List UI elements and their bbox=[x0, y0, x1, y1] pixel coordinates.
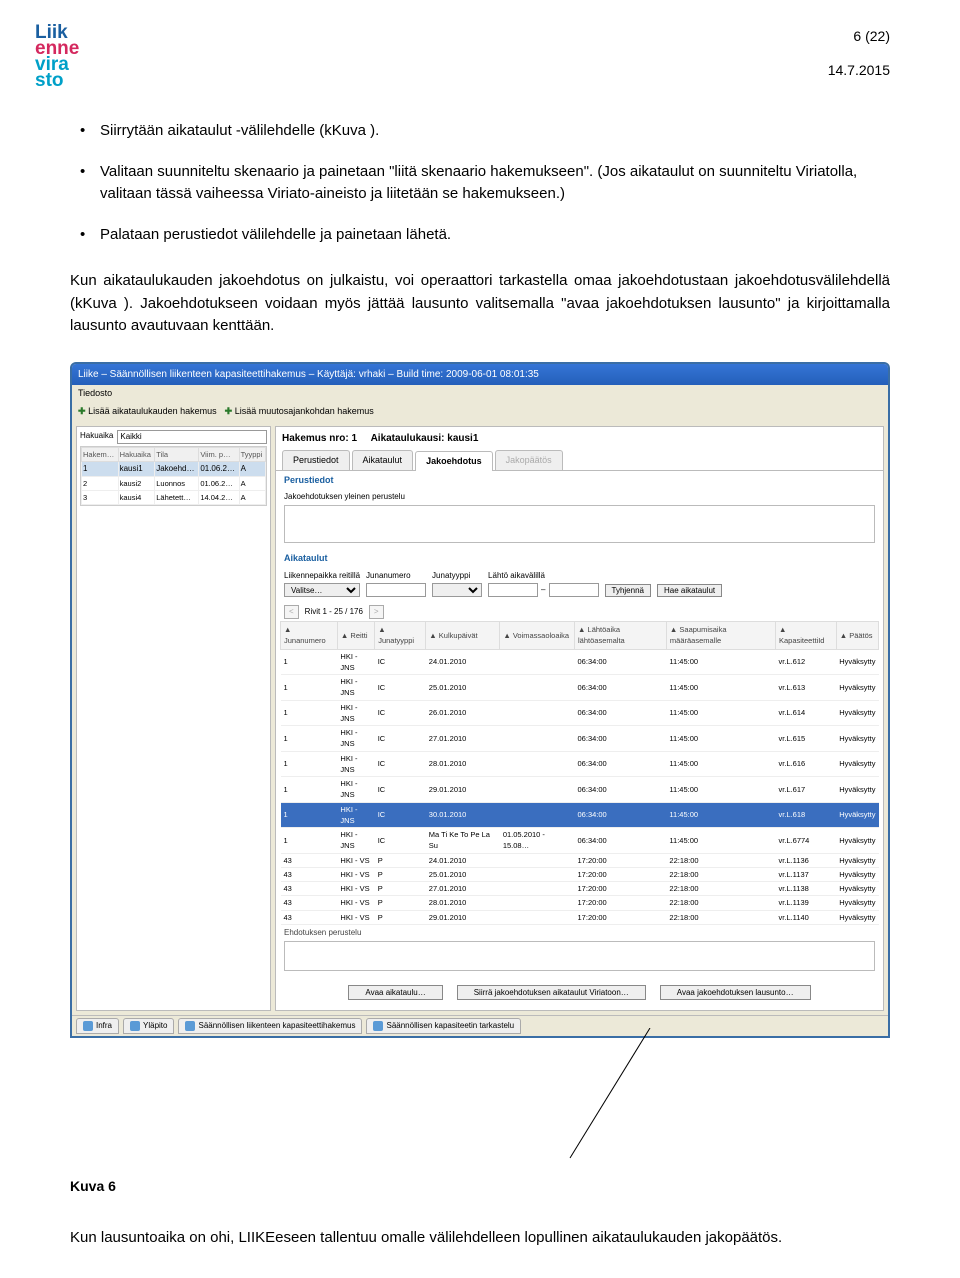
grid-header[interactable]: ▲ Kulkupäivät bbox=[426, 622, 500, 650]
table-row[interactable]: 1HKI - JNSIC28.01.201006:34:0011:45:00vr… bbox=[281, 751, 879, 777]
left-panel: Hakuaika Kaikki Hakem… Hakuaika Tila Vii… bbox=[76, 426, 271, 1011]
perustelu-label: Jakoehdotuksen yleinen perustelu bbox=[276, 491, 883, 505]
hakuaika-label: Hakuaika bbox=[80, 430, 113, 444]
tab-aikataulut[interactable]: Aikataulut bbox=[352, 450, 414, 471]
section-perustiedot: Perustiedot bbox=[276, 471, 883, 491]
junatyyppi-select[interactable] bbox=[432, 583, 482, 597]
table-row[interactable]: 43HKI - VSP29.01.201017:20:0022:18:00vr.… bbox=[281, 910, 879, 924]
menu-tiedosto[interactable]: Tiedosto bbox=[72, 385, 888, 403]
tab-jakopaatoes: Jakopäätös bbox=[495, 450, 563, 471]
grid-header[interactable]: ▲ Junatyyppi bbox=[375, 622, 426, 650]
paragraph-1: Kun aikataulukauden jakoehdotus on julka… bbox=[70, 270, 890, 338]
window-titlebar: Liike – Säännöllisen liikenteen kapasite… bbox=[72, 364, 888, 385]
table-row[interactable]: 1HKI - JNSIC29.01.201006:34:0011:45:00vr… bbox=[281, 777, 879, 803]
table-row[interactable]: 43HKI - VSP24.01.201017:20:0022:18:00vr.… bbox=[281, 853, 879, 867]
bullet-3: Palataan perustiedot välilehdelle ja pai… bbox=[100, 224, 890, 247]
grid-header[interactable]: ▲ Reitti bbox=[337, 622, 374, 650]
app-screenshot: Liike – Säännöllisen liikenteen kapasite… bbox=[70, 362, 890, 1038]
avaa-aikataulu-button[interactable]: Avaa aikataulu… bbox=[348, 985, 442, 1000]
tab-perustiedot[interactable]: Perustiedot bbox=[282, 450, 350, 471]
left-row-3[interactable]: 3kausi4Lähetett…14.04.2…A bbox=[82, 491, 266, 505]
table-row[interactable]: 1HKI - JNSIC25.01.201006:34:0011:45:00vr… bbox=[281, 675, 879, 701]
toolbar-add-season[interactable]: ✚ Lisää aikataulukauden hakemus bbox=[78, 405, 217, 419]
table-row[interactable]: 1HKI - JNSIC27.01.201006:34:0011:45:00vr… bbox=[281, 726, 879, 752]
toolbar-add-change[interactable]: ✚ Lisää muutosajankohdan hakemus bbox=[225, 405, 374, 419]
pager-next[interactable]: > bbox=[369, 605, 384, 619]
table-row[interactable]: 1HKI - JNSIC24.01.201006:34:0011:45:00vr… bbox=[281, 649, 879, 675]
lahto-from[interactable] bbox=[488, 583, 538, 597]
table-row[interactable]: 43HKI - VSP25.01.201017:20:0022:18:00vr.… bbox=[281, 867, 879, 881]
logo-line4: sto bbox=[35, 70, 64, 91]
right-panel: Hakemus nro: 1 Aikataulukausi: kausi1 Pe… bbox=[275, 426, 884, 1011]
table-row[interactable]: 43HKI - VSP28.01.201017:20:0022:18:00vr.… bbox=[281, 896, 879, 910]
grid-header[interactable]: ▲ Päätös bbox=[836, 622, 878, 650]
page-number: 6 (22) bbox=[828, 28, 890, 44]
ehdotuksen-textarea[interactable] bbox=[284, 941, 875, 971]
pager-prev[interactable]: < bbox=[284, 605, 299, 619]
left-row-2[interactable]: 2kausi2Luonnos01.06.2…A bbox=[82, 476, 266, 490]
ehdotuksen-label: Ehdotuksen perustelu bbox=[276, 925, 883, 941]
liikennepaikka-select[interactable]: Valitse… bbox=[284, 583, 360, 597]
hae-button[interactable]: Hae aikataulut bbox=[657, 584, 722, 597]
page-date: 14.7.2015 bbox=[828, 62, 890, 78]
grid-header[interactable]: ▲ Voimassaoloaika bbox=[500, 622, 575, 650]
bullet-1: Siirrytään aikataulut -välilehdelle (kKu… bbox=[100, 120, 890, 143]
grid-header[interactable]: ▲ Lähtöaika lähtöasemalta bbox=[575, 622, 667, 650]
data-grid[interactable]: ▲ Junanumero▲ Reitti▲ Junatyyppi▲ Kulkup… bbox=[280, 621, 879, 925]
hakuaika-select[interactable]: Kaikki bbox=[117, 430, 267, 444]
aikataulukausi: Aikataulukausi: kausi1 bbox=[371, 433, 479, 444]
plus-icon: ✚ bbox=[78, 406, 86, 416]
junanumero-input[interactable] bbox=[366, 583, 426, 597]
avaa-lausunto-button[interactable]: Avaa jakoehdotuksen lausunto… bbox=[660, 985, 811, 1000]
pager-label: Rivit 1 - 25 / 176 bbox=[305, 606, 363, 618]
plus-icon: ✚ bbox=[225, 406, 233, 416]
left-row-1[interactable]: 1kausi1Jakoehd…01.06.2…A bbox=[82, 461, 266, 476]
bullet-2: Valitaan suunniteltu skenaario ja painet… bbox=[100, 161, 890, 206]
grid-header[interactable]: ▲ Junanumero bbox=[281, 622, 338, 650]
hakemus-nro: Hakemus nro: 1 bbox=[282, 433, 357, 444]
table-row[interactable]: 1HKI - JNSIC30.01.201006:34:0011:45:00vr… bbox=[281, 802, 879, 828]
lahto-to[interactable] bbox=[549, 583, 599, 597]
grid-header[interactable]: ▲ Saapumisaika määräasemalle bbox=[666, 622, 775, 650]
tyhjenna-button[interactable]: Tyhjennä bbox=[605, 584, 651, 597]
table-row[interactable]: 1HKI - JNSIC26.01.201006:34:0011:45:00vr… bbox=[281, 700, 879, 726]
siirra-viriatoon-button[interactable]: Siirrä jakoehdotuksen aikataulut Viriato… bbox=[457, 985, 646, 1000]
table-row[interactable]: 43HKI - VSP27.01.201017:20:0022:18:00vr.… bbox=[281, 882, 879, 896]
footer-paragraph: Kun lausuntoaika on ohi, LIIKEeseen tall… bbox=[70, 1227, 890, 1248]
figure-label: Kuva 6 bbox=[70, 1176, 890, 1197]
left-grid[interactable]: Hakem… Hakuaika Tila Viim. p… Tyyppi 1ka… bbox=[80, 446, 267, 507]
perustelu-textarea[interactable] bbox=[284, 505, 875, 543]
logo: Liik enne vira sto bbox=[35, 25, 79, 90]
table-row[interactable]: 1HKI - JNSICMa Ti Ke To Pe La Su01.05.20… bbox=[281, 828, 879, 854]
grid-header[interactable]: ▲ KapasiteettiId bbox=[776, 622, 837, 650]
annotation-line bbox=[70, 1038, 890, 1168]
tab-jakoehdotus[interactable]: Jakoehdotus bbox=[415, 451, 493, 472]
section-aikataulut: Aikataulut bbox=[276, 549, 883, 569]
